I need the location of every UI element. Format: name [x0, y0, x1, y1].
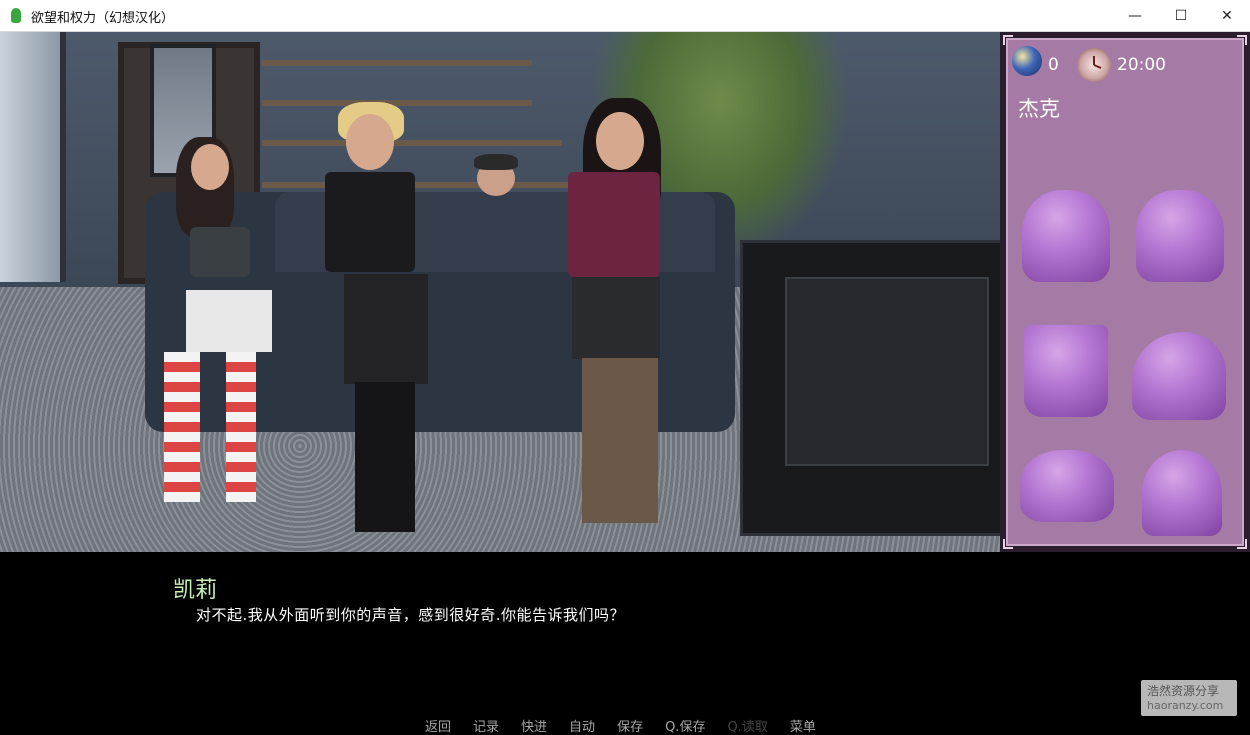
character-name: 杰克	[1018, 97, 1060, 121]
quick-menu-auto[interactable]: 自动	[569, 716, 595, 735]
clock-icon[interactable]	[1075, 46, 1113, 84]
panel-corner-ornament	[1237, 35, 1247, 45]
quick-menu-skip[interactable]: 快进	[521, 716, 547, 735]
bookshelf-board	[262, 60, 532, 66]
panel-corner-ornament	[1003, 35, 1013, 45]
panel-corner-ornament	[1003, 539, 1013, 549]
locked-portrait-5[interactable]	[1020, 450, 1114, 522]
bookshelf-board	[262, 182, 572, 188]
television-panel	[785, 277, 989, 466]
app-icon	[11, 8, 21, 23]
time-display: 20:00	[1117, 55, 1166, 75]
dialogue-text: 对不起.我从外面听到你的声音，感到很好奇.你能告诉我们吗？	[196, 606, 626, 624]
quick-menu: 返回 记录 快进 自动 保存 Q.保存 Q.读取 菜单	[425, 716, 816, 735]
window-title: 欲望和权力（幻想汉化）	[31, 11, 175, 26]
day-counter: 0	[1048, 55, 1059, 75]
locked-portrait-1[interactable]	[1022, 190, 1110, 282]
minimize-button[interactable]: —	[1112, 0, 1158, 31]
quick-menu-save[interactable]: 保存	[617, 716, 643, 735]
quick-menu-quick-load: Q.读取	[727, 720, 768, 735]
jack-hair	[474, 154, 518, 170]
background-window	[0, 32, 66, 282]
bookshelf-board	[262, 140, 562, 146]
close-button[interactable]: ✕	[1204, 0, 1250, 31]
quick-menu-quick-save[interactable]: Q.保存	[665, 716, 705, 735]
watermark-text-url: haoranzy.com	[1147, 699, 1224, 712]
bookshelf-board	[262, 100, 532, 106]
window-title-bar: 欲望和权力（幻想汉化） — ☐ ✕	[0, 0, 1250, 32]
locked-portrait-6[interactable]	[1142, 450, 1222, 536]
panel-corner-ornament	[1237, 539, 1247, 549]
speaker-name: 凯莉	[173, 578, 218, 603]
scene-living-room[interactable]	[0, 32, 1000, 552]
watermark-text-cn: 浩然资源分享	[1147, 684, 1220, 698]
quick-menu-history[interactable]: 记录	[473, 716, 499, 735]
maximize-button[interactable]: ☐	[1158, 0, 1204, 31]
quick-menu-preferences[interactable]: 菜单	[790, 716, 816, 735]
locked-portrait-2[interactable]	[1136, 190, 1224, 282]
locked-portrait-3[interactable]	[1024, 325, 1108, 417]
watermark: 浩然资源分享 haoranzy.com	[1141, 680, 1237, 716]
moon-sun-icon[interactable]	[1012, 46, 1042, 76]
quick-menu-back[interactable]: 返回	[425, 716, 451, 735]
